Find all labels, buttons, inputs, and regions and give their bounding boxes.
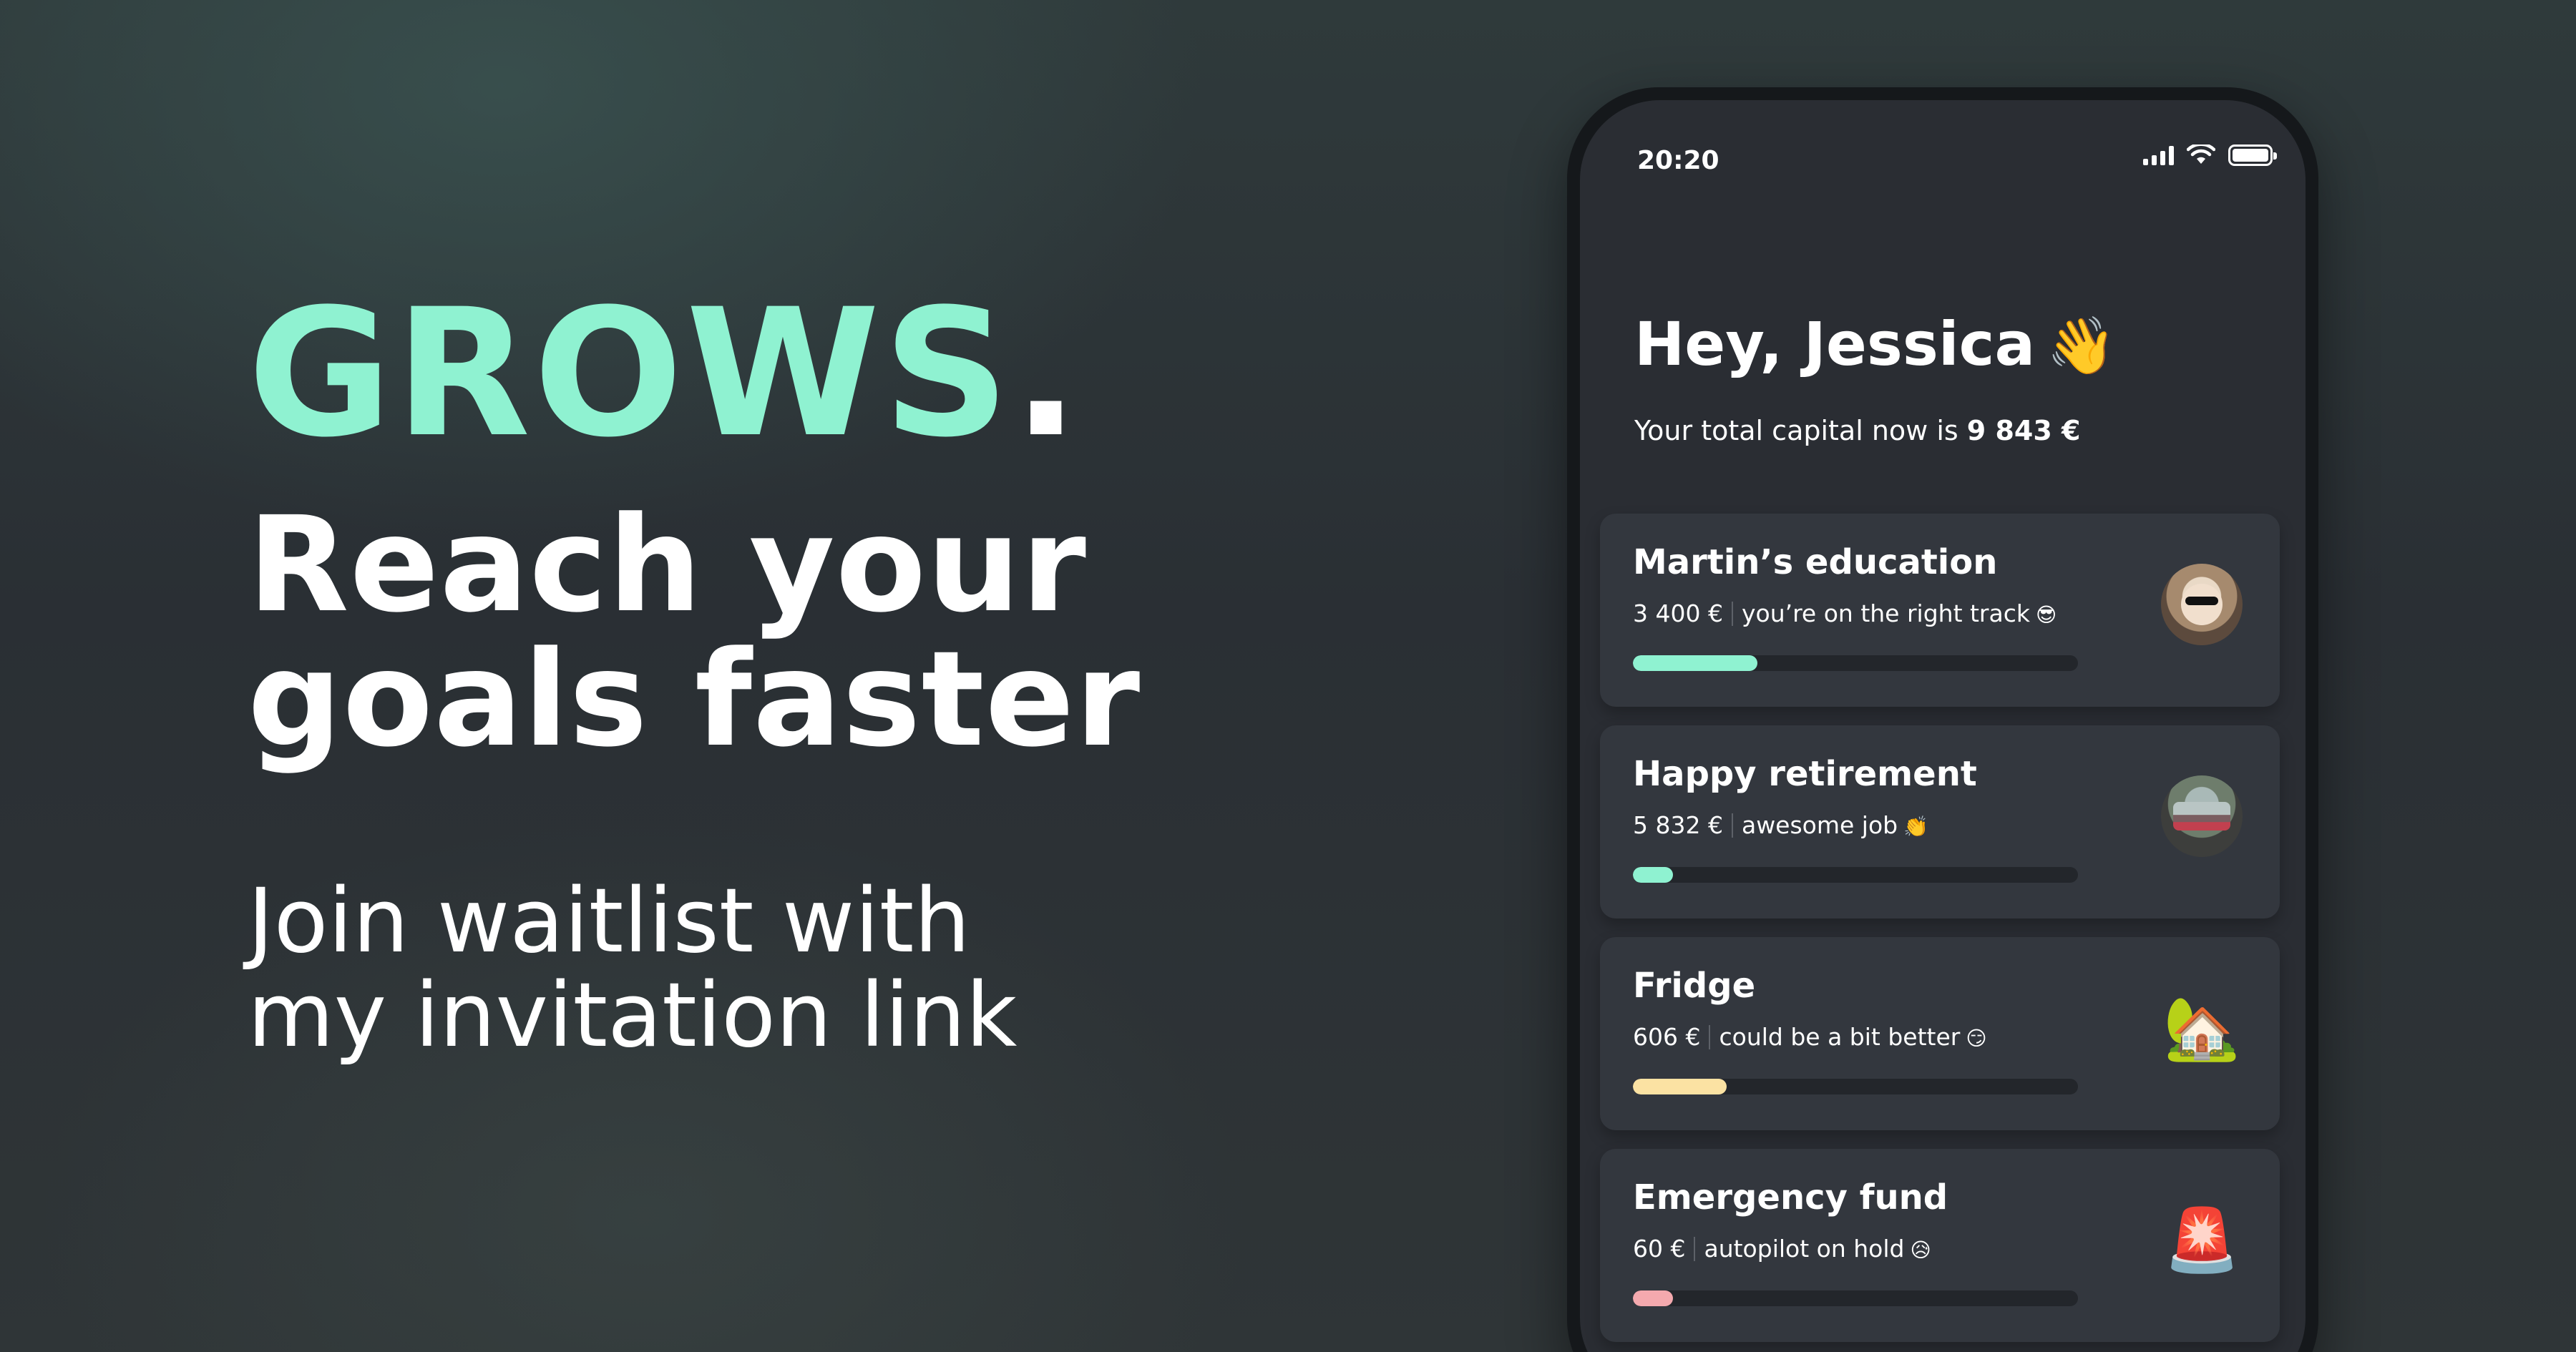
goal-progress-track bbox=[1633, 655, 2078, 671]
siren-icon: 🚨 bbox=[2163, 1204, 2240, 1276]
goal-photo-avatar bbox=[2161, 564, 2243, 645]
goals-list: Martin’s education 3 400 € you’re on the … bbox=[1600, 514, 2280, 1352]
goal-card[interactable]: Happy retirement 5 832 € awesome job 👏 bbox=[1600, 725, 2280, 919]
goal-progress-track bbox=[1633, 1079, 2078, 1094]
goal-title: Happy retirement bbox=[1633, 754, 1977, 794]
headline: Reach your goals faster bbox=[248, 498, 1464, 767]
waitlist-cta: Join waitlist with my invitation link bbox=[248, 874, 1321, 1063]
goal-photo-avatar bbox=[2161, 775, 2243, 857]
goal-subtitle: 60 € autopilot on hold 😥 bbox=[1633, 1235, 1931, 1263]
goal-amount: 5 832 € bbox=[1633, 811, 1723, 839]
goal-subtitle: 3 400 € you’re on the right track 😎 bbox=[1633, 599, 2057, 627]
goal-progress-bar bbox=[1633, 1290, 1673, 1306]
greeting-text: Hey, Jessica bbox=[1634, 309, 2036, 379]
goal-amount: 60 € bbox=[1633, 1235, 1686, 1263]
smirking-face-icon: 😏 bbox=[1966, 1027, 1987, 1050]
total-capital: Your total capital now is 9 843 € bbox=[1634, 415, 2080, 446]
phone-screen: 20:20 Hey, Jessica 👋 Your total capital n… bbox=[1580, 100, 2306, 1352]
headline-line-2: goals faster bbox=[248, 623, 1141, 776]
hero-section: GROWS. Reach your goals faster Join wait… bbox=[248, 286, 1464, 1063]
brand-name: GROWS bbox=[248, 272, 1013, 476]
clapping-hands-icon: 👏 bbox=[1903, 815, 1928, 838]
waving-hand-icon: 👋 bbox=[2046, 314, 2117, 378]
goal-card[interactable]: Emergency fund 60 € autopilot on hold 😥 🚨 bbox=[1600, 1149, 2280, 1342]
goal-progress-bar bbox=[1633, 867, 1673, 883]
capital-amount: 9 843 € bbox=[1966, 415, 2081, 446]
goal-amount: 606 € bbox=[1633, 1023, 1701, 1051]
phone-mockup: 20:20 Hey, Jessica 👋 Your total capital n… bbox=[1567, 87, 2318, 1352]
worried-face-icon: 😥 bbox=[1910, 1238, 1931, 1262]
goal-subtitle: 5 832 € awesome job 👏 bbox=[1633, 811, 1928, 839]
greeting: Hey, Jessica 👋 bbox=[1634, 309, 2116, 379]
cta-line-1: Join waitlist with bbox=[248, 870, 970, 973]
sunglasses-face-icon: 😎 bbox=[2035, 603, 2057, 627]
goal-title: Fridge bbox=[1633, 966, 1756, 1006]
battery-icon bbox=[2228, 144, 2277, 166]
goal-card[interactable]: Fridge 606 € could be a bit better 😏 🏡 bbox=[1600, 937, 2280, 1130]
goal-status: could be a bit better bbox=[1719, 1023, 1961, 1051]
goal-progress-track bbox=[1633, 867, 2078, 883]
wifi-icon bbox=[2187, 144, 2215, 164]
brand-dot: . bbox=[1012, 272, 1083, 476]
headline-line-1: Reach your bbox=[248, 489, 1087, 642]
goal-card[interactable]: Martin’s education 3 400 € you’re on the … bbox=[1600, 514, 2280, 707]
goal-title: Emergency fund bbox=[1633, 1177, 1948, 1218]
goal-progress-track bbox=[1633, 1290, 2078, 1306]
capital-label: Your total capital now is bbox=[1634, 415, 1958, 446]
status-icons bbox=[2143, 144, 2277, 166]
cellular-signal-icon bbox=[2143, 145, 2174, 165]
goal-title: Martin’s education bbox=[1633, 542, 1998, 582]
brand-logo: GROWS. bbox=[248, 286, 1464, 462]
cta-line-2: my invitation link bbox=[248, 964, 1018, 1067]
goal-progress-bar bbox=[1633, 1079, 1727, 1094]
goal-status: awesome job bbox=[1741, 811, 1898, 839]
goal-status: you’re on the right track bbox=[1741, 599, 2030, 627]
house-icon: 🏡 bbox=[2163, 992, 2240, 1064]
goal-amount: 3 400 € bbox=[1633, 599, 1723, 627]
goal-subtitle: 606 € could be a bit better 😏 bbox=[1633, 1023, 1987, 1051]
goal-progress-bar bbox=[1633, 655, 1758, 671]
goal-status: autopilot on hold bbox=[1704, 1235, 1905, 1263]
status-time: 20:20 bbox=[1637, 146, 1719, 175]
